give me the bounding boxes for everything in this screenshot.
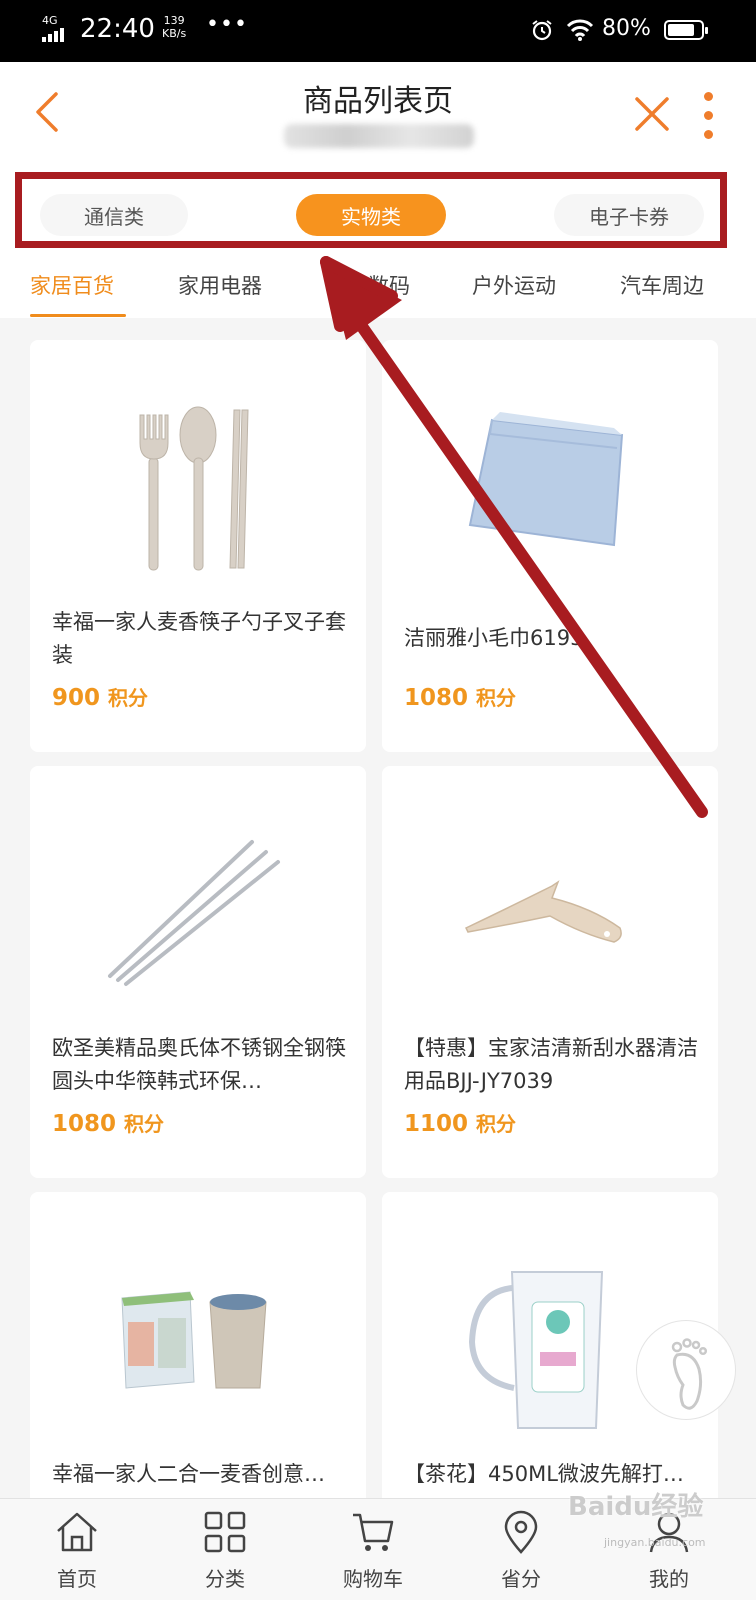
speed-value: 139 xyxy=(163,14,185,27)
product-name: 幸福一家人二合一麦香创意… xyxy=(52,1462,325,1486)
category-auto[interactable]: 汽车周边 xyxy=(620,270,704,300)
wifi-icon xyxy=(566,19,594,41)
network-type: 4G xyxy=(42,14,58,27)
product-card[interactable]: 洁丽雅小毛巾6193 1080 积分 xyxy=(382,340,718,752)
location-icon xyxy=(504,1510,538,1554)
squeegee-image xyxy=(464,880,622,943)
segment-physical[interactable]: 实物类 xyxy=(296,194,446,236)
category-icon xyxy=(204,1511,246,1553)
product-name: 幸福一家人麦香筷子勺子叉子套装 xyxy=(52,610,346,667)
category-digital[interactable]: 手机数码 xyxy=(326,270,410,300)
watermark-logo: Baidu经验 xyxy=(568,1492,704,1522)
tab-label: 首页 xyxy=(57,1567,97,1591)
baidu-jingyan-watermark: Baidu经验 jingyan.baidu.com xyxy=(568,1486,738,1562)
more-notifications-icon: ••• xyxy=(206,12,248,37)
product-price: 900 积分 xyxy=(52,685,149,711)
product-price: 1080 积分 xyxy=(404,685,517,711)
more-vertical-icon[interactable] xyxy=(700,92,716,140)
towel-image xyxy=(468,412,624,547)
tab-category[interactable]: 分类 xyxy=(170,1503,280,1599)
home-icon xyxy=(57,1512,97,1552)
segment-telecom[interactable]: 通信类 xyxy=(40,194,188,236)
status-bar: 4G 22:40 139 KB/s ••• 80% xyxy=(0,0,756,62)
cutlery-set-image xyxy=(139,406,249,571)
category-tabs: 家居百货 家用电器 手机数码 户外运动 汽车周边 xyxy=(0,256,756,318)
product-name: 洁丽雅小毛巾6193 xyxy=(404,626,584,650)
product-card[interactable]: 幸福一家人麦香筷子勺子叉子套装 900 积分 xyxy=(30,340,366,752)
footprint-button[interactable] xyxy=(636,1320,736,1420)
app-header: 商品列表页 xyxy=(0,62,756,162)
network-speed: 139 KB/s xyxy=(162,14,186,40)
type-segment-bar: 通信类 实物类 电子卡券 xyxy=(0,162,756,256)
product-name: 【特惠】宝家洁清新刮水器清洁用品BJJ-JY7039 xyxy=(404,1036,698,1093)
product-price: 1100 积分 xyxy=(404,1111,517,1137)
segment-e-voucher[interactable]: 电子卡券 xyxy=(554,194,704,236)
footprint-icon xyxy=(671,1338,708,1410)
active-tab-indicator xyxy=(30,314,126,317)
tab-home[interactable]: 首页 xyxy=(22,1503,132,1599)
product-name: 欧圣美精品奥氏体不锈钢全钢筷圆头中华筷韩式环保… xyxy=(52,1036,346,1093)
close-icon[interactable] xyxy=(634,96,670,132)
product-card[interactable]: 幸福一家人二合一麦香创意… xyxy=(30,1192,366,1498)
chopsticks-image xyxy=(108,840,280,986)
alarm-icon xyxy=(532,20,552,41)
category-outdoor[interactable]: 户外运动 xyxy=(472,270,556,300)
tab-cart[interactable]: 购物车 xyxy=(318,1503,428,1599)
category-appliances[interactable]: 家用电器 xyxy=(178,270,262,300)
watermark-url: jingyan.baidu.com xyxy=(604,1536,706,1549)
tab-province[interactable]: 省分 xyxy=(466,1503,576,1599)
clock: 22:40 xyxy=(80,14,155,44)
tab-label: 我的 xyxy=(649,1567,689,1591)
battery-icon xyxy=(664,20,708,40)
product-price: 1080 积分 xyxy=(52,1111,165,1137)
product-card[interactable]: 【特惠】宝家洁清新刮水器清洁用品BJJ-JY7039 1100 积分 xyxy=(382,766,718,1178)
tab-label: 购物车 xyxy=(343,1567,403,1591)
cart-icon xyxy=(353,1513,394,1551)
tab-label: 分类 xyxy=(205,1567,245,1591)
category-home-goods[interactable]: 家居百货 xyxy=(30,270,114,300)
tab-label: 省分 xyxy=(501,1567,541,1591)
speed-unit: KB/s xyxy=(162,27,187,40)
cup-set-image xyxy=(121,1291,267,1389)
product-card[interactable]: 欧圣美精品奥氏体不锈钢全钢筷圆头中华筷韩式环保… 1080 积分 xyxy=(30,766,366,1178)
signal-icon xyxy=(42,28,68,42)
blurred-account-number xyxy=(284,124,474,148)
battery-percent: 80% xyxy=(602,16,651,41)
